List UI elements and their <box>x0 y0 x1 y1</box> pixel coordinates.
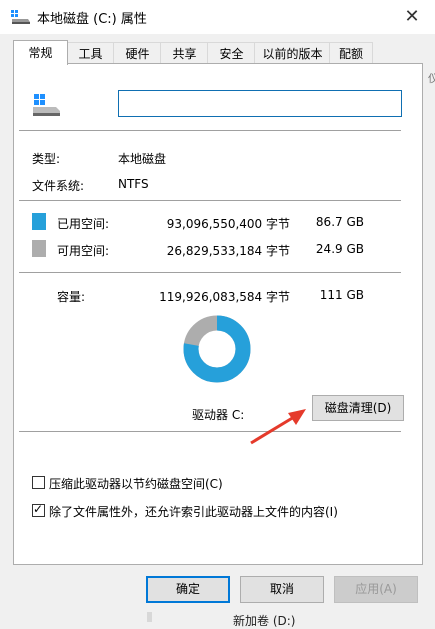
apply-button[interactable]: 应用(A) <box>334 576 418 603</box>
tab-tools[interactable]: 工具 <box>66 42 115 65</box>
used-space-gb: 86.7 GB <box>315 215 364 229</box>
tab-hardware[interactable]: 硬件 <box>113 42 162 65</box>
cancel-button[interactable]: 取消 <box>240 576 324 603</box>
type-value: 本地磁盘 <box>118 152 167 166</box>
free-space-gb: 24.9 GB <box>315 242 364 256</box>
title-bar: 本地磁盘 (C:) 属性 ✕ <box>0 0 435 34</box>
general-panel: 类型: 本地磁盘 文件系统: NTFS 已用空间: 93,096,550,400… <box>13 63 423 565</box>
type-label: 类型: <box>32 152 61 166</box>
check-icon: ✓ <box>33 502 44 516</box>
tab-previous-versions[interactable]: 以前的版本 <box>254 42 331 65</box>
ok-button[interactable]: 确定 <box>146 576 230 603</box>
filesystem-value: NTFS <box>118 177 149 191</box>
tab-security[interactable]: 安全 <box>207 42 256 65</box>
separator <box>19 431 401 432</box>
separator <box>19 272 401 273</box>
window-title: 本地磁盘 (C:) 属性 <box>37 12 147 27</box>
usage-donut-chart <box>183 315 251 383</box>
index-label[interactable]: 除了文件属性外，还允许索引此驱动器上文件的内容(I) <box>49 503 338 520</box>
drive-icon <box>33 94 60 116</box>
tab-quota[interactable]: 配额 <box>329 42 373 65</box>
separator <box>19 130 401 131</box>
used-space-bytes: 93,096,550,400 字节 <box>166 217 290 231</box>
compress-checkbox[interactable] <box>32 476 45 489</box>
capacity-gb: 111 GB <box>319 288 364 302</box>
used-space-label: 已用空间: <box>57 217 110 231</box>
free-space-label: 可用空间: <box>57 244 110 258</box>
disk-cleanup-button[interactable]: 磁盘清理(D) <box>312 395 404 421</box>
free-space-bytes: 26,829,533,184 字节 <box>166 244 290 258</box>
filesystem-label: 文件系统: <box>32 179 85 193</box>
drive-letter-label: 驱动器 C: <box>192 408 245 422</box>
arrow-annotation <box>250 409 306 445</box>
separator <box>19 200 401 201</box>
tab-sharing[interactable]: 共享 <box>160 42 209 65</box>
capacity-label: 容量: <box>57 290 86 304</box>
index-checkbox[interactable]: ✓ <box>32 502 45 517</box>
background-drive-label: 新加卷 (D:) <box>233 614 296 628</box>
tab-general[interactable]: 常规 <box>13 40 68 65</box>
drive-icon <box>11 10 30 24</box>
free-space-swatch <box>32 240 46 257</box>
drive-name-input[interactable] <box>118 90 402 117</box>
background-window-text: 仪 <box>428 72 435 85</box>
capacity-bytes: 119,926,083,584 字节 <box>159 290 290 304</box>
background-scrollbar <box>147 612 152 622</box>
compress-label[interactable]: 压缩此驱动器以节约磁盘空间(C) <box>49 475 223 492</box>
used-space-swatch <box>32 213 46 230</box>
close-icon[interactable]: ✕ <box>399 4 425 30</box>
